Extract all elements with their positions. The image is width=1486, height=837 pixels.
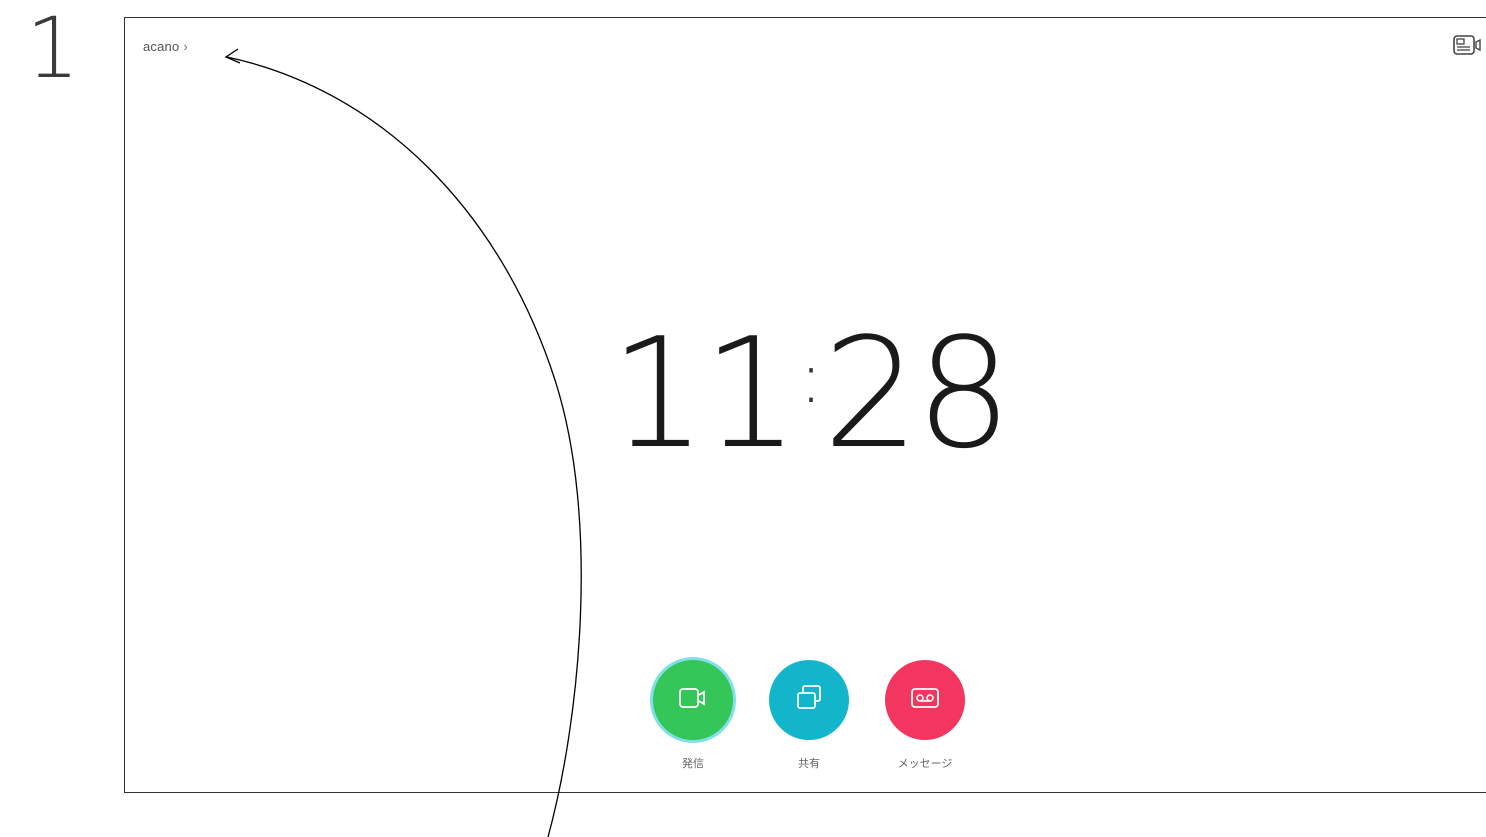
call-button-circle[interactable] xyxy=(653,660,733,740)
clock: 11:28 xyxy=(125,318,1486,470)
call-button[interactable]: 発信 xyxy=(653,660,733,771)
breadcrumb-label: acano xyxy=(143,39,180,54)
step-number: 1 xyxy=(26,0,80,97)
messages-button-label: メッセージ xyxy=(897,757,953,770)
voicemail-icon xyxy=(910,686,940,714)
call-button-label: 発信 xyxy=(682,757,704,770)
clock-colon: : xyxy=(799,337,823,419)
selfview-camera-icon[interactable] xyxy=(1453,35,1483,57)
share-button-label: 共有 xyxy=(798,757,820,770)
device-screen: acano › 11:28 発信 共有 メッセージ xyxy=(124,17,1486,793)
breadcrumb[interactable]: acano › xyxy=(143,39,188,54)
messages-button[interactable]: メッセージ xyxy=(885,660,965,771)
clock-minutes: 28 xyxy=(822,305,1012,482)
share-button-circle[interactable] xyxy=(769,660,849,740)
share-button[interactable]: 共有 xyxy=(769,660,849,771)
video-camera-icon xyxy=(678,686,708,714)
share-screen-icon xyxy=(794,683,824,717)
messages-button-circle[interactable] xyxy=(885,660,965,740)
clock-hours: 11 xyxy=(609,305,799,482)
chevron-right-icon: › xyxy=(183,39,188,54)
action-bar: 発信 共有 メッセージ xyxy=(653,660,965,771)
